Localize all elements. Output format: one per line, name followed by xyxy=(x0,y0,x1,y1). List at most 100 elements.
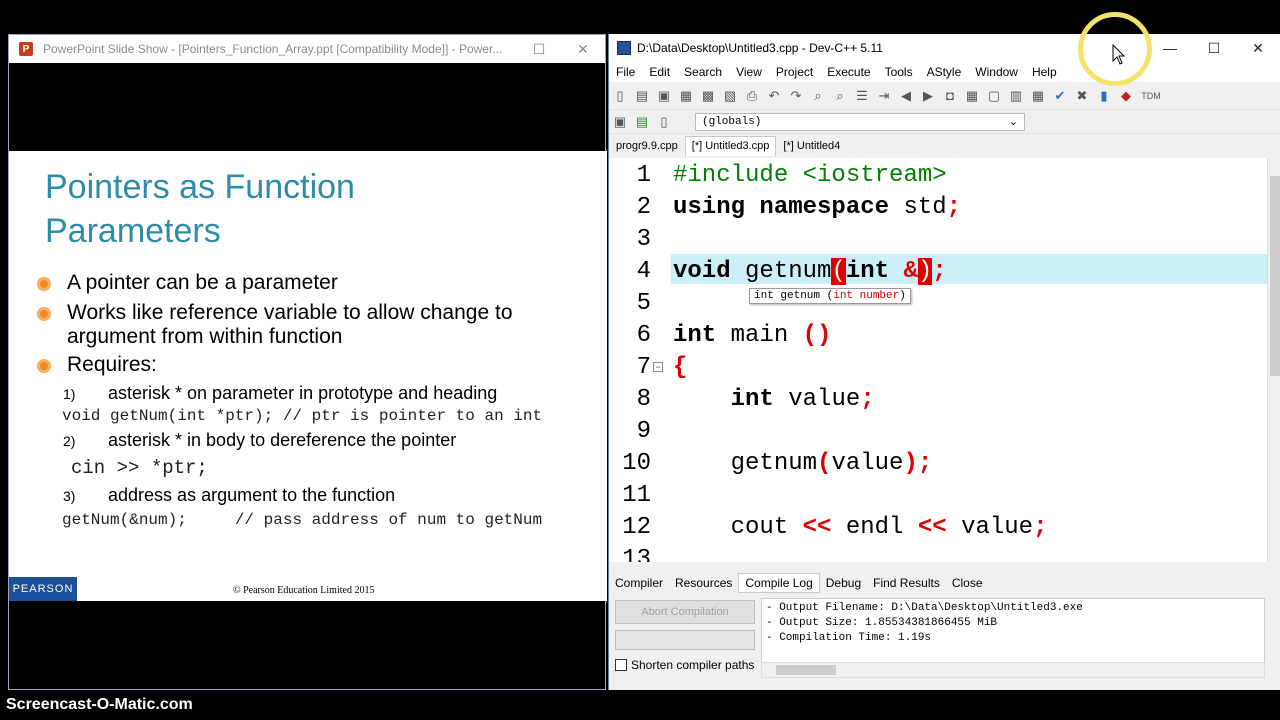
replace-icon[interactable]: ⌕ xyxy=(831,87,849,105)
file-tabs: progr9.9.cpp [*] Untitled3.cpp [*] Untit… xyxy=(609,136,1280,156)
bookmark-icon[interactable]: ◘ xyxy=(941,87,959,105)
sub-item-number: 2) xyxy=(63,433,76,449)
code-editor[interactable]: 1 2 3 4 5 6 7 8 9 10 11 12 13 − #include… xyxy=(609,158,1269,562)
log-scrollbar[interactable] xyxy=(761,662,1265,678)
redo-icon[interactable]: ↷ xyxy=(787,87,805,105)
menu-view[interactable]: View xyxy=(729,62,769,82)
menu-astyle[interactable]: AStyle xyxy=(920,62,969,82)
tab-find-results[interactable]: Find Results xyxy=(867,574,946,592)
new-file-icon[interactable]: ▯ xyxy=(611,87,629,105)
code-line-4: void getnum(int &); xyxy=(673,258,947,285)
check-icon[interactable]: ✔ xyxy=(1051,87,1069,105)
close-icon[interactable]: ✕ xyxy=(561,35,605,63)
save-all-icon[interactable]: ▦ xyxy=(677,87,695,105)
toggle-icon[interactable]: ▯ xyxy=(655,113,673,131)
code-line-2: using namespace std; xyxy=(673,194,961,221)
forward-icon[interactable]: ▶ xyxy=(919,87,937,105)
tab-debug[interactable]: Debug xyxy=(820,574,867,592)
main-toolbar: ▯ ▤ ▣ ▦ ▩ ▧ ⎙ ↶ ↷ ⌕ ⌕ ☰ ⇥ ◀ ▶ ◘ ▦ ▢ ▥ ▦ … xyxy=(609,82,1280,110)
code-token: cout xyxy=(673,514,803,541)
rebuild-icon[interactable]: ▦ xyxy=(1029,87,1047,105)
editor-scrollbar[interactable] xyxy=(1267,158,1280,562)
secondary-toolbar: ▣ ▤ ▯ (globals) ⌄ xyxy=(609,110,1280,134)
menu-search[interactable]: Search xyxy=(677,62,729,82)
menu-help[interactable]: Help xyxy=(1025,62,1064,82)
globals-select[interactable]: (globals) ⌄ xyxy=(695,112,1025,131)
close-all-icon[interactable]: ▧ xyxy=(721,87,739,105)
fold-toggle-icon[interactable]: − xyxy=(653,362,663,372)
scrollbar-thumb[interactable] xyxy=(776,665,836,675)
abort-compilation-button[interactable]: Abort Compilation xyxy=(615,600,755,624)
line-number: 11 xyxy=(622,482,651,509)
undo-icon[interactable]: ↶ xyxy=(765,87,783,105)
line-number: 13 xyxy=(622,546,651,562)
scrollbar-thumb[interactable] xyxy=(1270,176,1280,376)
maximize-icon[interactable]: ☐ xyxy=(517,35,561,63)
sub-item: 2) asterisk * in body to dereference the… xyxy=(63,430,456,451)
save-icon[interactable]: ▣ xyxy=(655,87,673,105)
tab-compile-log[interactable]: Compile Log xyxy=(738,573,820,593)
chart-icon[interactable]: ▮ xyxy=(1095,87,1113,105)
code-token: int xyxy=(673,386,774,413)
code-token: ( xyxy=(831,258,846,285)
print-icon[interactable]: ⎙ xyxy=(743,87,761,105)
mouse-cursor-icon xyxy=(1112,44,1126,65)
bullet-item: A pointer can be a parameter xyxy=(37,271,338,295)
tab-close[interactable]: Close xyxy=(946,574,989,592)
line-number: 2 xyxy=(636,194,651,221)
sub-item: 3) address as argument to the function xyxy=(63,485,395,506)
menu-execute[interactable]: Execute xyxy=(820,62,877,82)
code-token: ) xyxy=(917,258,933,285)
tab-resources[interactable]: Resources xyxy=(669,574,738,592)
line-number: 1 xyxy=(636,162,651,189)
maximize-icon[interactable]: ☐ xyxy=(1192,34,1236,62)
debug-icon[interactable]: ◆ xyxy=(1117,87,1135,105)
open-icon[interactable]: ▤ xyxy=(633,87,651,105)
insert-icon[interactable]: ▤ xyxy=(633,113,651,131)
compile-run-icon[interactable]: ▥ xyxy=(1007,87,1025,105)
code-token: void xyxy=(673,258,731,285)
menu-window[interactable]: Window xyxy=(968,62,1025,82)
line-number: 5 xyxy=(636,290,651,317)
minimize-icon[interactable]: — xyxy=(1148,34,1192,62)
code-call: getNum(&num); // pass address of num to … xyxy=(62,511,543,529)
stop-icon[interactable]: ✖ xyxy=(1073,87,1091,105)
slide-title: Pointers as Function Parameters xyxy=(45,165,355,253)
watermark: Screencast-O-Matic.com xyxy=(6,696,193,713)
close-icon[interactable]: ✕ xyxy=(1236,34,1280,62)
find-icon[interactable]: ⌕ xyxy=(809,87,827,105)
line-number: 12 xyxy=(622,514,651,541)
shorten-paths-checkbox[interactable] xyxy=(615,659,627,671)
compile-controls: Abort Compilation Shorten compiler paths xyxy=(613,600,757,692)
code-token: ; xyxy=(860,386,875,413)
devcpp-title: D:\Data\Desktop\Untitled3.cpp - Dev-C++ … xyxy=(637,41,883,55)
globals-value: (globals) xyxy=(702,115,762,128)
tab-progr[interactable]: progr9.9.cpp xyxy=(609,136,685,156)
code-token: std xyxy=(889,194,947,221)
menu-tools[interactable]: Tools xyxy=(878,62,920,82)
class-browser-icon[interactable]: ▣ xyxy=(611,113,629,131)
tdm-icon[interactable]: TDM xyxy=(1139,87,1163,105)
shorten-paths-option[interactable]: Shorten compiler paths xyxy=(615,658,754,672)
tab-untitled4[interactable]: [*] Untitled4 xyxy=(776,136,847,156)
run-icon[interactable]: ▢ xyxy=(985,87,1003,105)
menu-file[interactable]: File xyxy=(609,62,642,82)
bullet-item: Works like reference variable to allow c… xyxy=(37,301,513,325)
tab-untitled3[interactable]: [*] Untitled3.cpp xyxy=(684,136,777,156)
tab-compiler[interactable]: Compiler xyxy=(609,574,669,592)
menu-project[interactable]: Project xyxy=(769,62,820,82)
sub-item-number: 3) xyxy=(63,488,76,504)
devcpp-window: D:\Data\Desktop\Untitled3.cpp - Dev-C++ … xyxy=(608,34,1280,690)
back-icon[interactable]: ◀ xyxy=(897,87,915,105)
menu-edit[interactable]: Edit xyxy=(642,62,677,82)
code-line-8: int value; xyxy=(673,386,875,413)
slide: Pointers as Function Parameters A pointe… xyxy=(9,151,607,601)
goto-icon[interactable]: ⇥ xyxy=(875,87,893,105)
log-line: - Output Filename: D:\Data\Desktop\Untit… xyxy=(766,602,1083,614)
tooltip-param: int number xyxy=(833,290,900,302)
code-token: value xyxy=(831,450,904,477)
close-file-icon[interactable]: ▩ xyxy=(699,87,717,105)
indent-icon[interactable]: ☰ xyxy=(853,87,871,105)
compile-icon[interactable]: ▦ xyxy=(963,87,981,105)
code-token: endl xyxy=(831,514,918,541)
